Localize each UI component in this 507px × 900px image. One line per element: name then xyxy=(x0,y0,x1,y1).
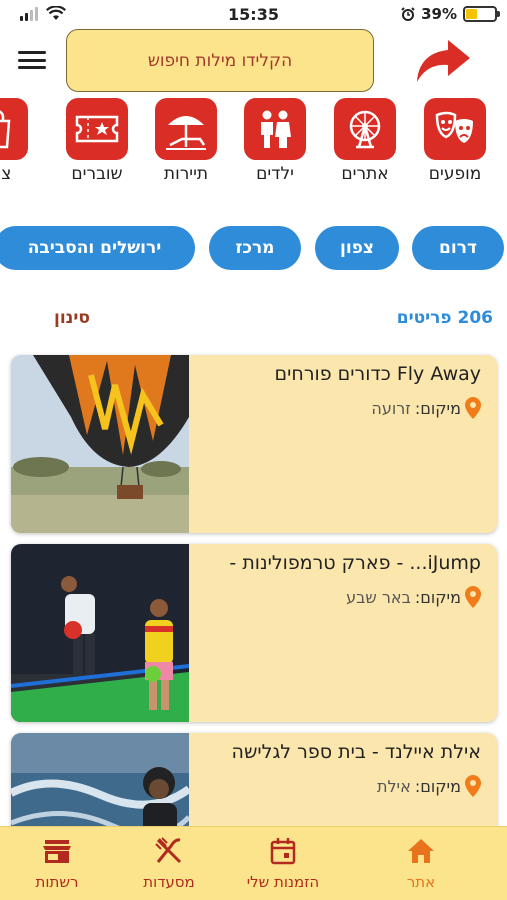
category-shows[interactable]: מופעים xyxy=(420,98,490,184)
nav-home[interactable]: אתר xyxy=(366,837,476,891)
ferris-wheel-icon xyxy=(334,98,396,160)
listing-location: מיקום: אילת xyxy=(377,775,481,797)
region-filter-bar: דרום צפון מרכז ירושלים והסביבה xyxy=(0,226,507,272)
nav-label: אתר xyxy=(406,873,436,891)
bottom-nav: אתר הזמנות שלי מסעדות רשתות xyxy=(0,826,507,900)
category-tourism[interactable]: תיירות xyxy=(151,98,221,184)
category-kids[interactable]: ילדים xyxy=(240,98,310,184)
listing-image-trampoline xyxy=(11,544,189,722)
search-input[interactable]: הקלידו מילות חיפוש xyxy=(66,29,374,92)
listing-title: Fly Away כדורים פורחים xyxy=(274,363,481,385)
nav-label: רשתות xyxy=(35,873,79,891)
category-bar: מופעים אתרים ילדים תיירות שוברים צ xyxy=(0,98,507,190)
listing-card[interactable]: Fly Away כדורים פורחים מיקום: זרועה xyxy=(11,355,497,533)
category-label: אתרים xyxy=(341,164,389,184)
home-icon xyxy=(366,837,476,865)
shopping-bag-icon xyxy=(0,98,28,160)
beach-umbrella-icon xyxy=(155,98,217,160)
category-label: ילדים xyxy=(256,164,294,184)
listing-location: מיקום: באר שבע xyxy=(346,586,481,608)
location-value: זרועה xyxy=(371,398,411,418)
location-value: באר שבע xyxy=(346,587,411,607)
location-prefix: מיקום: xyxy=(414,776,461,796)
battery-icon xyxy=(463,6,500,22)
nav-my-orders[interactable]: הזמנות שלי xyxy=(228,837,338,891)
location-pin-icon xyxy=(465,775,481,797)
category-label: שוברים xyxy=(71,164,123,184)
location-prefix: מיקום: xyxy=(414,587,461,607)
location-prefix: מיקום: xyxy=(414,398,461,418)
store-icon xyxy=(2,837,112,865)
category-sites[interactable]: אתרים xyxy=(330,98,400,184)
nav-chains[interactable]: רשתות xyxy=(2,837,112,891)
share-arrow-icon[interactable] xyxy=(410,36,472,86)
family-icon xyxy=(244,98,306,160)
status-right: 39% xyxy=(401,5,500,23)
nav-label: הזמנות שלי xyxy=(246,873,320,891)
category-label: תיירות xyxy=(163,164,209,184)
results-count: 206 פריטים xyxy=(396,308,493,328)
listing-title: iJump... - פארק טרמפולינות - xyxy=(229,552,481,574)
ticket-icon xyxy=(66,98,128,160)
calendar-icon xyxy=(228,837,338,865)
location-pin-icon xyxy=(465,397,481,419)
region-center-button[interactable]: מרכז xyxy=(209,226,301,270)
battery-percent: 39% xyxy=(421,5,457,23)
location-pin-icon xyxy=(465,586,481,608)
hamburger-menu-icon[interactable] xyxy=(18,48,46,72)
region-south-button[interactable]: דרום xyxy=(412,226,504,270)
region-north-button[interactable]: צפון xyxy=(315,226,399,270)
nav-label: מסעדות xyxy=(143,873,195,891)
theater-masks-icon xyxy=(424,98,486,160)
category-vouchers[interactable]: שוברים xyxy=(62,98,132,184)
listing-title: אילת איילנד - בית ספר לגלישה xyxy=(231,741,481,763)
nav-restaurants[interactable]: מסעדות xyxy=(114,837,224,891)
battery-level xyxy=(466,9,477,19)
fork-knife-icon xyxy=(114,837,224,865)
listing-card[interactable]: iJump... - פארק טרמפולינות - מיקום: באר … xyxy=(11,544,497,722)
alarm-icon xyxy=(401,7,415,21)
location-value: אילת xyxy=(376,776,411,796)
region-jerusalem-button[interactable]: ירושלים והסביבה xyxy=(0,226,195,270)
listing-image-balloon xyxy=(11,355,189,533)
filter-button[interactable]: סינון xyxy=(54,308,90,328)
status-bar: 15:35 39% xyxy=(0,0,507,30)
category-consumer[interactable]: צרכ xyxy=(0,98,32,184)
category-label: צרכ xyxy=(0,164,12,184)
category-label: מופעים xyxy=(428,164,482,184)
listing-location: מיקום: זרועה xyxy=(371,397,481,419)
